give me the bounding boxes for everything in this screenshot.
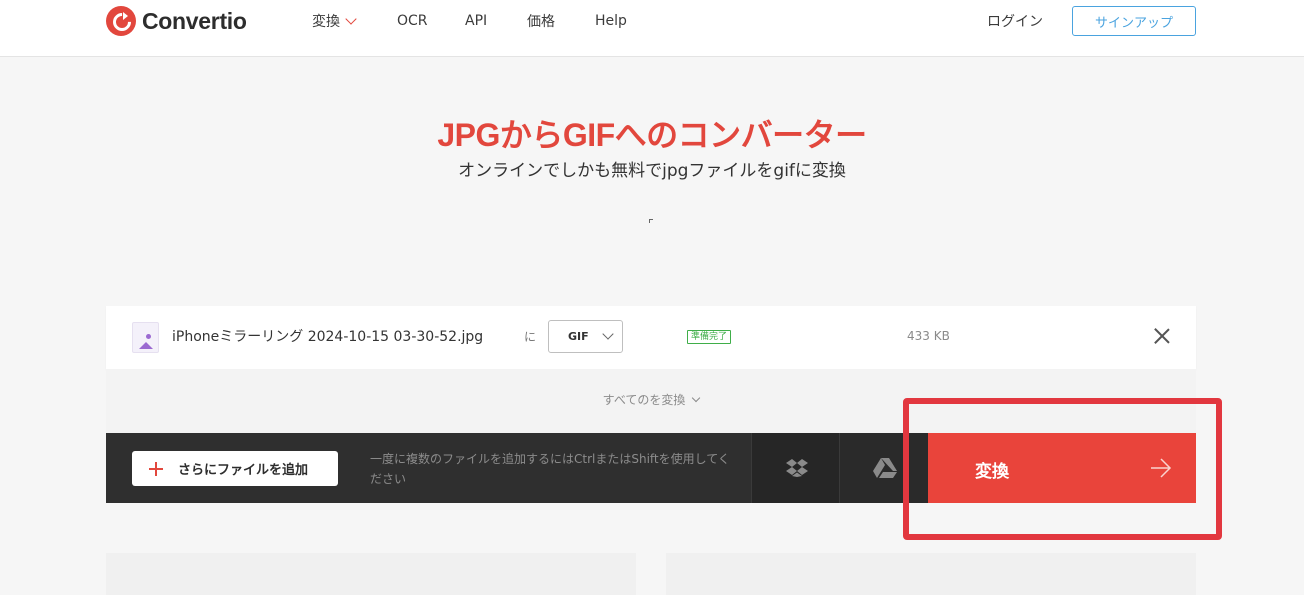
info-card-right: [666, 553, 1196, 595]
dropbox-button[interactable]: [751, 433, 839, 503]
logo-icon: [106, 6, 136, 36]
cursor-mark: [649, 219, 653, 223]
file-size: 433 KB: [907, 329, 950, 343]
info-card-left: [106, 553, 636, 595]
format-value: GIF: [568, 330, 589, 343]
chevron-down-icon: [602, 328, 614, 340]
file-name: iPhoneミラーリング 2024-10-15 03-30-52.jpg: [172, 329, 484, 345]
page-title: JPGからGIFへのコンバーター: [437, 117, 867, 153]
logo[interactable]: Convertio: [106, 6, 247, 36]
status-badge: 準備完了: [687, 330, 732, 344]
add-files-button[interactable]: さらにファイルを追加: [132, 451, 338, 486]
nav-item-label: OCR: [397, 13, 428, 29]
plus-icon: [149, 461, 163, 476]
file-row: iPhoneミラーリング 2024-10-15 03-30-52.jpg に G…: [106, 306, 1196, 369]
nav-item-label: API: [465, 13, 488, 29]
login-link[interactable]: ログイン: [987, 11, 1043, 31]
signup-button[interactable]: サインアップ: [1072, 6, 1196, 36]
logo-text: Convertio: [142, 7, 247, 34]
nav-item-label: Help: [595, 13, 627, 29]
highlight-box: [903, 398, 1222, 540]
close-icon[interactable]: [1154, 328, 1170, 344]
multi-select-hint: 一度に複数のファイルを追加するにはCtrlまたはShiftを使用してください: [370, 452, 730, 486]
nav-item-label: 変換: [312, 14, 340, 30]
dropbox-icon: [786, 459, 808, 477]
google-drive-icon: [873, 458, 897, 478]
nav-item-ocr[interactable]: OCR: [397, 11, 428, 31]
chevron-down-icon: [345, 13, 357, 25]
top-header: Convertio 変換 OCR API 価格 Help ログイン サインアップ: [0, 0, 1304, 57]
page-subtitle: オンラインでしかも無料でjpgファイルをgifに変換: [458, 161, 846, 181]
nav-item-convert[interactable]: 変換: [312, 11, 357, 31]
nav-item-label: 価格: [527, 14, 555, 30]
nav-item-api[interactable]: API: [465, 11, 487, 31]
add-files-label: さらにファイルを追加: [178, 463, 309, 478]
chevron-down-icon: [692, 393, 701, 403]
convert-all-label: すべてのを変換: [602, 393, 686, 407]
image-file-icon: [132, 322, 159, 353]
nav-item-help[interactable]: Help: [595, 11, 627, 31]
nav-item-pricing[interactable]: 価格: [527, 11, 555, 31]
to-label: に: [524, 330, 537, 344]
format-select[interactable]: GIF: [548, 320, 623, 353]
